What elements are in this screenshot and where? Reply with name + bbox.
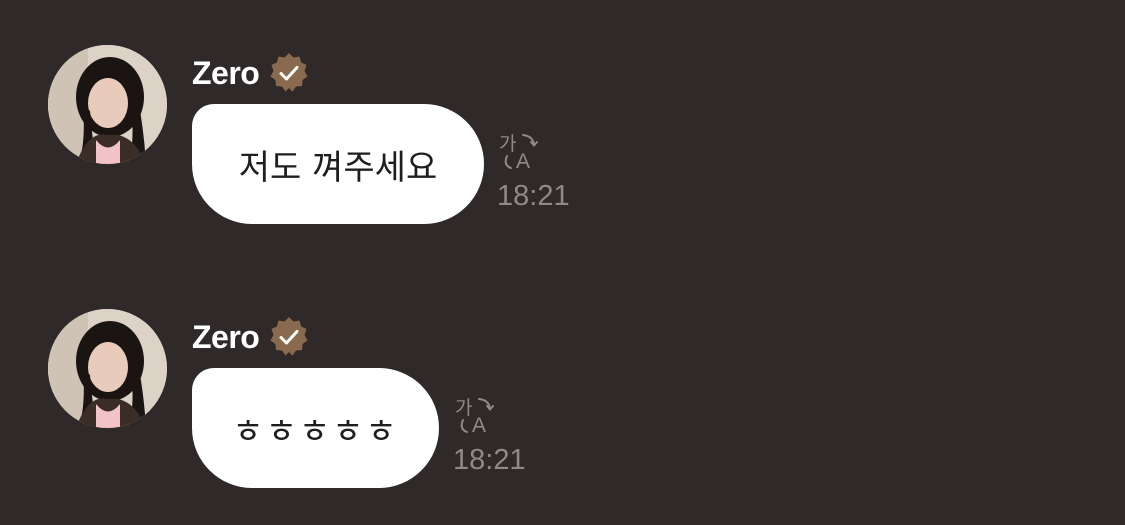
sender-name[interactable]: Zero — [192, 55, 260, 92]
translate-glyph-en: A — [472, 414, 486, 437]
avatar-photo-icon — [48, 309, 167, 428]
message-meta: 가 A 18:21 — [453, 394, 526, 477]
translate-glyph-ko: 가 — [499, 133, 516, 155]
sender-name[interactable]: Zero — [192, 319, 260, 356]
message-bubble[interactable]: 저도 껴주세요 — [192, 104, 484, 224]
verified-badge-icon — [267, 51, 311, 95]
sender-row: Zero — [192, 312, 311, 362]
verified-badge-icon — [267, 315, 311, 359]
chat-message: Zero 저도 껴주세요 가 A 18:21 — [0, 0, 1125, 250]
chat-message: Zero ㅎㅎㅎㅎㅎ 가 A 18:21 — [0, 264, 1125, 514]
avatar-photo-icon — [48, 45, 167, 164]
timestamp: 18:21 — [497, 180, 570, 212]
timestamp: 18:21 — [453, 444, 526, 476]
translate-icon[interactable]: 가 A — [453, 394, 497, 438]
message-bubble[interactable]: ㅎㅎㅎㅎㅎ — [192, 368, 439, 488]
translate-glyph-ko: 가 — [455, 397, 472, 419]
translate-glyph-en: A — [516, 150, 530, 173]
translate-icon[interactable]: 가 A — [497, 130, 541, 174]
sender-row: Zero — [192, 48, 311, 98]
message-meta: 가 A 18:21 — [497, 130, 570, 213]
avatar[interactable] — [48, 45, 167, 164]
avatar[interactable] — [48, 309, 167, 428]
